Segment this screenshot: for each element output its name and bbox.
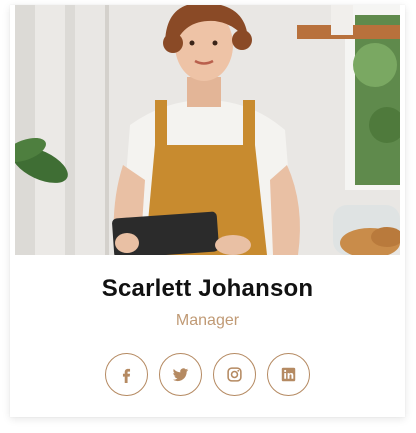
team-member-card: Scarlett Johanson Manager	[10, 5, 405, 417]
linkedin-button[interactable]	[267, 353, 310, 396]
linkedin-icon	[281, 367, 296, 382]
social-links	[10, 353, 405, 396]
member-role: Manager	[175, 312, 240, 329]
instagram-button[interactable]	[213, 353, 256, 396]
profile-photo	[15, 5, 400, 255]
instagram-icon	[227, 367, 242, 382]
twitter-button[interactable]	[159, 353, 202, 396]
facebook-button[interactable]	[105, 353, 148, 396]
twitter-icon	[172, 368, 189, 382]
member-name: Scarlett Johanson	[101, 275, 314, 302]
facebook-icon	[122, 368, 131, 383]
